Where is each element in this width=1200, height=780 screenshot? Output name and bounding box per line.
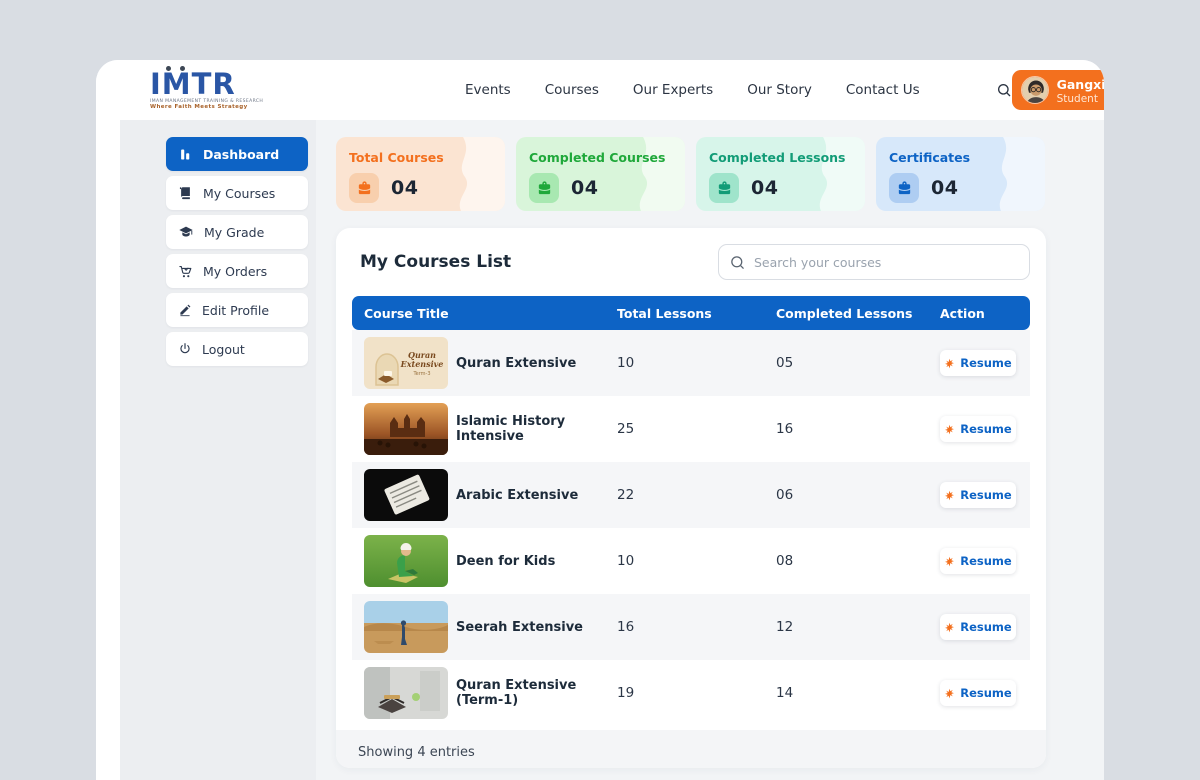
- course-thumbnail-deen-for-kids: [364, 535, 448, 587]
- stat-card-total-courses: Total Courses 04: [336, 137, 505, 211]
- nav-item-our-story[interactable]: Our Story: [747, 82, 812, 98]
- stat-value: 04: [391, 177, 418, 199]
- briefcase-icon: [889, 173, 919, 203]
- sidebar-item-my-grade[interactable]: My Grade: [166, 215, 308, 249]
- table-row: Islamic History Intensive 25 16 Resume: [352, 396, 1030, 462]
- svg-text:Extensive: Extensive: [400, 359, 444, 369]
- svg-text:Term-3: Term-3: [412, 371, 430, 377]
- power-icon: [178, 342, 192, 356]
- top-bar: IMTR IMAN MANAGEMENT TRAINING & RESEARCH…: [96, 60, 1104, 120]
- grad-cap-icon: [178, 224, 194, 240]
- pencil-icon: [178, 303, 192, 317]
- sunburst-icon: [944, 556, 955, 567]
- table-row: Quran Extensive (Term-1) 19 14 Resume: [352, 660, 1030, 726]
- completed-lessons: 08: [776, 553, 940, 569]
- total-lessons: 10: [617, 553, 776, 569]
- nav-item-our-experts[interactable]: Our Experts: [633, 82, 713, 98]
- resume-button[interactable]: Resume: [940, 548, 1016, 574]
- resume-button[interactable]: Resume: [940, 350, 1016, 376]
- course-thumbnail-quran-extensive: Quran Extensive Term-3: [364, 337, 448, 389]
- completed-lessons: 12: [776, 619, 940, 635]
- sidebar: Dashboard My Courses My Grade: [120, 120, 316, 780]
- total-lessons: 19: [617, 685, 776, 701]
- sidebar-item-my-courses[interactable]: My Courses: [166, 176, 308, 210]
- sunburst-icon: [944, 358, 955, 369]
- main-layout: Dashboard My Courses My Grade: [96, 120, 1104, 780]
- sidebar-item-dashboard[interactable]: Dashboard: [166, 137, 308, 171]
- user-menu-button[interactable]: Gangxi Quan Student: [1012, 70, 1104, 110]
- table-row: Quran Extensive Term-3 Quran Extensive 1…: [352, 330, 1030, 396]
- dashboard-icon: [178, 147, 193, 162]
- nav-item-events[interactable]: Events: [465, 82, 511, 98]
- sidebar-item-edit-profile[interactable]: Edit Profile: [166, 293, 308, 327]
- user-role: Student: [1057, 93, 1104, 105]
- resume-button[interactable]: Resume: [940, 482, 1016, 508]
- table-header: Course Title Total Lessons Completed Les…: [352, 296, 1030, 330]
- stat-card-certificates: Certificates 04: [876, 137, 1045, 211]
- total-lessons: 22: [617, 487, 776, 503]
- sunburst-icon: [944, 424, 955, 435]
- content-area: Total Courses 04: [316, 120, 1104, 780]
- sidebar-item-logout[interactable]: Logout: [166, 332, 308, 366]
- avatar: [1021, 76, 1049, 104]
- sunburst-icon: [944, 622, 955, 633]
- stat-card-completed-lessons: Completed Lessons 04: [696, 137, 865, 211]
- completed-lessons: 06: [776, 487, 940, 503]
- stat-card-completed-courses: Completed Courses 04: [516, 137, 685, 211]
- brand-name: IMTR: [150, 70, 260, 98]
- course-title: Arabic Extensive: [456, 488, 617, 503]
- total-lessons: 16: [617, 619, 776, 635]
- cart-icon: [178, 264, 193, 279]
- table-row: Deen for Kids 10 08 Resume: [352, 528, 1030, 594]
- course-title: Quran Extensive (Term-1): [456, 678, 617, 708]
- table-row: Arabic Extensive 22 06 Resume: [352, 462, 1030, 528]
- nav-item-courses[interactable]: Courses: [545, 82, 599, 98]
- resume-button[interactable]: Resume: [940, 416, 1016, 442]
- page-title: My Courses List: [360, 252, 511, 272]
- course-thumbnail-arabic-extensive: [364, 469, 448, 521]
- completed-lessons: 16: [776, 421, 940, 437]
- search-icon[interactable]: [996, 82, 1012, 98]
- stat-value: 04: [571, 177, 598, 199]
- briefcase-icon: [529, 173, 559, 203]
- total-lessons: 10: [617, 355, 776, 371]
- course-search: [718, 244, 1030, 280]
- course-thumbnail-islamic-history: [364, 403, 448, 455]
- stat-value: 04: [931, 177, 958, 199]
- sunburst-icon: [944, 688, 955, 699]
- search-icon: [729, 254, 746, 271]
- course-thumbnail-seerah-extensive: [364, 601, 448, 653]
- app-window: IMTR IMAN MANAGEMENT TRAINING & RESEARCH…: [96, 60, 1104, 780]
- nav-item-contact-us[interactable]: Contact Us: [846, 82, 920, 98]
- course-title: Deen for Kids: [456, 554, 617, 569]
- briefcase-icon: [709, 173, 739, 203]
- course-title: Quran Extensive: [456, 356, 617, 371]
- stat-value: 04: [751, 177, 778, 199]
- table-footer: Showing 4 entries: [336, 730, 1046, 768]
- book-icon: [178, 186, 193, 201]
- completed-lessons: 05: [776, 355, 940, 371]
- completed-lessons: 14: [776, 685, 940, 701]
- total-lessons: 25: [617, 421, 776, 437]
- resume-button[interactable]: Resume: [940, 614, 1016, 640]
- entries-count: Showing 4 entries: [358, 745, 475, 760]
- brand-tagline-2: Where Faith Meets Strategy: [150, 104, 260, 110]
- table-row: Seerah Extensive 16 12 Resume: [352, 594, 1030, 660]
- user-name: Gangxi Quan: [1057, 77, 1104, 92]
- logo-people-dots: [166, 66, 185, 71]
- course-title: Seerah Extensive: [456, 620, 617, 635]
- main-nav: Events Courses Our Experts Our Story Con…: [465, 82, 1012, 98]
- course-title: Islamic History Intensive: [456, 414, 617, 444]
- resume-button[interactable]: Resume: [940, 680, 1016, 706]
- brand-logo[interactable]: IMTR IMAN MANAGEMENT TRAINING & RESEARCH…: [150, 70, 260, 110]
- sunburst-icon: [944, 490, 955, 501]
- course-thumbnail-quran-term1: [364, 667, 448, 719]
- stats-row: Total Courses 04: [336, 137, 1104, 211]
- my-courses-card: My Courses List Course Title Total Lesso…: [336, 228, 1046, 768]
- sidebar-item-my-orders[interactable]: My Orders: [166, 254, 308, 288]
- search-input[interactable]: [754, 255, 1019, 270]
- briefcase-icon: [349, 173, 379, 203]
